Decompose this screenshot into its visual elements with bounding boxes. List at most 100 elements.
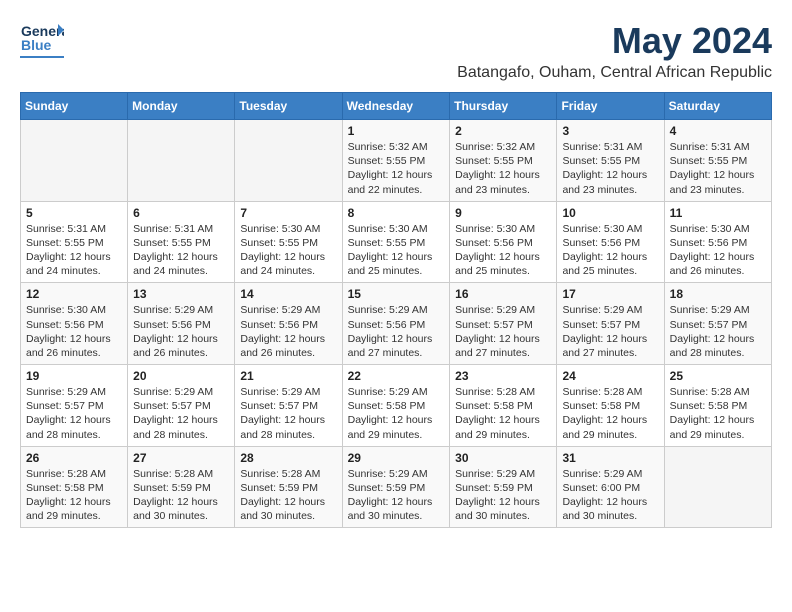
day-info: Sunrise: 5:31 AMSunset: 5:55 PMDaylight:… [133, 222, 229, 279]
location-subtitle: Batangafo, Ouham, Central African Republ… [457, 64, 772, 82]
svg-text:Blue: Blue [21, 37, 52, 53]
logo: General Blue [20, 20, 64, 58]
day-number: 2 [455, 124, 551, 138]
day-info: Sunrise: 5:29 AMSunset: 5:57 PMDaylight:… [670, 303, 766, 360]
day-number: 1 [348, 124, 445, 138]
day-number: 11 [670, 206, 766, 220]
day-number: 4 [670, 124, 766, 138]
calendar-cell: 21Sunrise: 5:29 AMSunset: 5:57 PMDayligh… [235, 365, 342, 447]
calendar-cell: 2Sunrise: 5:32 AMSunset: 5:55 PMDaylight… [450, 120, 557, 202]
day-info: Sunrise: 5:30 AMSunset: 5:56 PMDaylight:… [26, 303, 122, 360]
col-friday: Friday [557, 93, 664, 120]
page-header: General Blue May 2024 Batangafo, Ouham, … [20, 20, 772, 82]
day-info: Sunrise: 5:30 AMSunset: 5:56 PMDaylight:… [455, 222, 551, 279]
day-number: 31 [562, 451, 658, 465]
calendar-cell: 7Sunrise: 5:30 AMSunset: 5:55 PMDaylight… [235, 201, 342, 283]
day-number: 14 [240, 287, 336, 301]
calendar-cell: 29 Sunrise: 5:29 AMSunset: 5:59 PMDayligh… [342, 446, 450, 528]
day-info: Sunrise: 5:30 AMSunset: 5:55 PMDaylight:… [348, 222, 445, 279]
day-info: Sunrise: 5:29 AMSunset: 5:57 PMDaylight:… [562, 303, 658, 360]
day-number: 25 [670, 369, 766, 383]
month-year-title: May 2024 [457, 20, 772, 62]
calendar-cell: 25 Sunrise: 5:28 AMSunset: 5:58 PMDayligh… [664, 365, 771, 447]
title-area: May 2024 Batangafo, Ouham, Central Afric… [457, 20, 772, 82]
day-info: Sunrise: 5:29 AMSunset: 5:56 PMDaylight:… [348, 303, 445, 360]
calendar-cell: 19 Sunrise: 5:29 AMSunset: 5:57 PMDayligh… [21, 365, 128, 447]
day-info: Sunrise: 5:29 AMSunset: 6:00 PMDaylight:… [562, 467, 658, 524]
calendar-cell: 30 Sunrise: 5:29 AMSunset: 5:59 PMDayligh… [450, 446, 557, 528]
calendar-cell: 18 Sunrise: 5:29 AMSunset: 5:57 PMDayligh… [664, 283, 771, 365]
calendar-cell [664, 446, 771, 528]
calendar-cell: 12Sunrise: 5:30 AMSunset: 5:56 PMDayligh… [21, 283, 128, 365]
day-info: Sunrise: 5:31 AMSunset: 5:55 PMDaylight:… [562, 140, 658, 197]
day-number: 27 [133, 451, 229, 465]
calendar-cell: 9Sunrise: 5:30 AMSunset: 5:56 PMDaylight… [450, 201, 557, 283]
calendar-cell: 16 Sunrise: 5:29 AMSunset: 5:57 PMDayligh… [450, 283, 557, 365]
logo-icon: General Blue [20, 20, 64, 54]
day-number: 29 [348, 451, 445, 465]
day-number: 19 [26, 369, 122, 383]
day-info: Sunrise: 5:28 AMSunset: 5:58 PMDaylight:… [455, 385, 551, 442]
day-number: 13 [133, 287, 229, 301]
day-number: 20 [133, 369, 229, 383]
day-info: Sunrise: 5:28 AMSunset: 5:59 PMDaylight:… [240, 467, 336, 524]
day-number: 16 [455, 287, 551, 301]
col-sunday: Sunday [21, 93, 128, 120]
day-info: Sunrise: 5:29 AMSunset: 5:59 PMDaylight:… [348, 467, 445, 524]
calendar-cell: 23 Sunrise: 5:28 AMSunset: 5:58 PMDayligh… [450, 365, 557, 447]
day-info: Sunrise: 5:29 AMSunset: 5:57 PMDaylight:… [240, 385, 336, 442]
day-number: 6 [133, 206, 229, 220]
col-saturday: Saturday [664, 93, 771, 120]
day-number: 8 [348, 206, 445, 220]
day-number: 23 [455, 369, 551, 383]
day-info: Sunrise: 5:29 AMSunset: 5:59 PMDaylight:… [455, 467, 551, 524]
calendar-header-row: Sunday Monday Tuesday Wednesday Thursday… [21, 93, 772, 120]
day-info: Sunrise: 5:31 AMSunset: 5:55 PMDaylight:… [670, 140, 766, 197]
calendar-cell: 13 Sunrise: 5:29 AMSunset: 5:56 PMDayligh… [128, 283, 235, 365]
day-number: 28 [240, 451, 336, 465]
calendar-cell: 20 Sunrise: 5:29 AMSunset: 5:57 PMDayligh… [128, 365, 235, 447]
day-number: 7 [240, 206, 336, 220]
day-number: 30 [455, 451, 551, 465]
calendar-cell: 6 Sunrise: 5:31 AMSunset: 5:55 PMDaylight… [128, 201, 235, 283]
calendar-table: Sunday Monday Tuesday Wednesday Thursday… [20, 92, 772, 528]
day-number: 24 [562, 369, 658, 383]
day-number: 10 [562, 206, 658, 220]
calendar-cell: 11Sunrise: 5:30 AMSunset: 5:56 PMDayligh… [664, 201, 771, 283]
calendar-cell: 10 Sunrise: 5:30 AMSunset: 5:56 PMDayligh… [557, 201, 664, 283]
day-info: Sunrise: 5:31 AMSunset: 5:55 PMDaylight:… [26, 222, 122, 279]
calendar-cell: 14 Sunrise: 5:29 AMSunset: 5:56 PMDayligh… [235, 283, 342, 365]
day-info: Sunrise: 5:28 AMSunset: 5:59 PMDaylight:… [133, 467, 229, 524]
day-info: Sunrise: 5:30 AMSunset: 5:56 PMDaylight:… [562, 222, 658, 279]
day-number: 26 [26, 451, 122, 465]
day-number: 22 [348, 369, 445, 383]
day-number: 17 [562, 287, 658, 301]
day-number: 18 [670, 287, 766, 301]
day-number: 3 [562, 124, 658, 138]
week-row-2: 5Sunrise: 5:31 AMSunset: 5:55 PMDaylight… [21, 201, 772, 283]
calendar-cell: 4 Sunrise: 5:31 AMSunset: 5:55 PMDaylight… [664, 120, 771, 202]
day-info: Sunrise: 5:29 AMSunset: 5:56 PMDaylight:… [133, 303, 229, 360]
calendar-cell: 8 Sunrise: 5:30 AMSunset: 5:55 PMDaylight… [342, 201, 450, 283]
day-info: Sunrise: 5:28 AMSunset: 5:58 PMDaylight:… [562, 385, 658, 442]
week-row-4: 19 Sunrise: 5:29 AMSunset: 5:57 PMDayligh… [21, 365, 772, 447]
calendar-cell: 3 Sunrise: 5:31 AMSunset: 5:55 PMDaylight… [557, 120, 664, 202]
calendar-cell: 1 Sunrise: 5:32 AMSunset: 5:55 PMDaylight… [342, 120, 450, 202]
day-info: Sunrise: 5:32 AMSunset: 5:55 PMDaylight:… [348, 140, 445, 197]
day-number: 15 [348, 287, 445, 301]
calendar-cell [128, 120, 235, 202]
week-row-1: 1 Sunrise: 5:32 AMSunset: 5:55 PMDaylight… [21, 120, 772, 202]
calendar-cell [21, 120, 128, 202]
day-info: Sunrise: 5:28 AMSunset: 5:58 PMDaylight:… [26, 467, 122, 524]
day-info: Sunrise: 5:29 AMSunset: 5:57 PMDaylight:… [133, 385, 229, 442]
day-info: Sunrise: 5:29 AMSunset: 5:56 PMDaylight:… [240, 303, 336, 360]
day-info: Sunrise: 5:29 AMSunset: 5:57 PMDaylight:… [455, 303, 551, 360]
calendar-cell: 26 Sunrise: 5:28 AMSunset: 5:58 PMDayligh… [21, 446, 128, 528]
calendar-cell: 31 Sunrise: 5:29 AMSunset: 6:00 PMDayligh… [557, 446, 664, 528]
col-monday: Monday [128, 93, 235, 120]
day-info: Sunrise: 5:29 AMSunset: 5:57 PMDaylight:… [26, 385, 122, 442]
calendar-cell [235, 120, 342, 202]
week-row-5: 26 Sunrise: 5:28 AMSunset: 5:58 PMDayligh… [21, 446, 772, 528]
calendar-cell: 28 Sunrise: 5:28 AMSunset: 5:59 PMDayligh… [235, 446, 342, 528]
day-info: Sunrise: 5:28 AMSunset: 5:58 PMDaylight:… [670, 385, 766, 442]
